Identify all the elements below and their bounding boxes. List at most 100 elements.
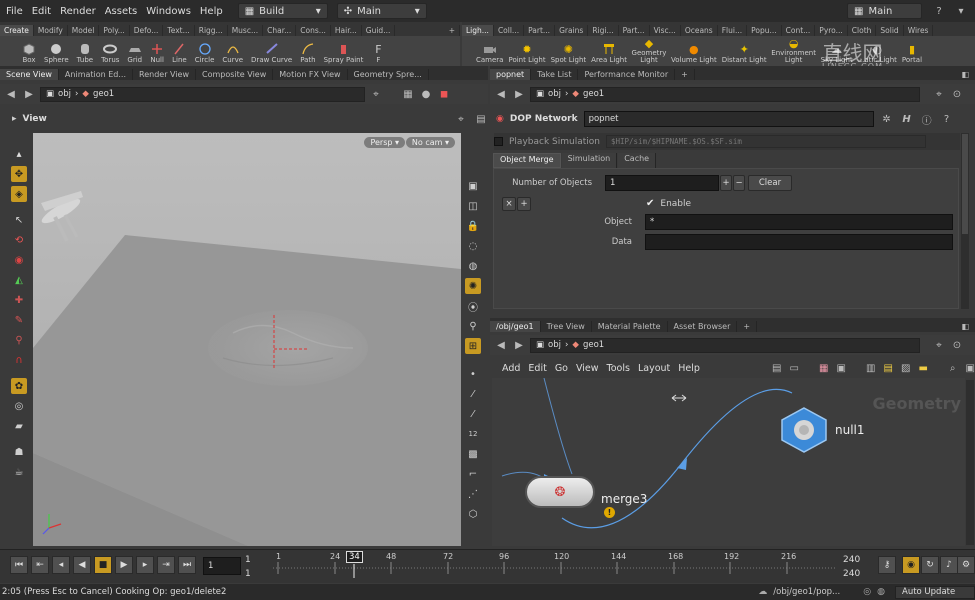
pane-menu-icon[interactable]: ◧ <box>955 69 975 80</box>
pose-icon[interactable]: ✚ <box>11 292 27 308</box>
tool-box[interactable]: Box <box>22 43 36 64</box>
tool-null[interactable]: Null <box>150 43 164 64</box>
tool-font[interactable]: FF <box>371 43 385 65</box>
scale-icon[interactable]: ◉ <box>11 252 27 268</box>
info-icon[interactable]: ⓘ <box>920 112 934 127</box>
move-icon[interactable]: ✥ <box>11 166 27 182</box>
loop-icon[interactable]: ↻ <box>921 556 939 574</box>
tab-tree-view[interactable]: Tree View <box>541 321 592 332</box>
forward-arrow-icon[interactable]: ▶ <box>22 87 36 101</box>
pin-viewer-icon[interactable]: ⌖ <box>454 112 468 126</box>
forward-arrow-icon[interactable]: ▶ <box>512 338 526 352</box>
shelf-tab[interactable]: Defo... <box>130 25 164 36</box>
shelf-tab[interactable]: Char... <box>263 25 297 36</box>
tool-grid[interactable]: Grid <box>127 43 142 64</box>
tab-animation-editor[interactable]: Animation Ed... <box>59 69 134 80</box>
pin-icon[interactable]: ⌖ <box>932 338 946 352</box>
tool-camera[interactable]: Camera <box>476 43 503 64</box>
shelf-tab[interactable]: Poly... <box>99 25 130 36</box>
tool-point-light[interactable]: ✹ Point Light <box>508 43 545 65</box>
end-frame[interactable]: 240 <box>843 555 860 565</box>
tab-geometry-spreadsheet[interactable]: Geometry Spre... <box>348 69 429 80</box>
network-menu-add[interactable]: Add <box>502 363 520 374</box>
stop-icon[interactable]: ■ <box>94 556 112 574</box>
shelf-tab[interactable]: Musc... <box>228 25 264 36</box>
camera-menu[interactable]: No cam ▾ <box>405 137 455 148</box>
tab-network[interactable]: /obj/geo1 <box>490 321 541 332</box>
shelf-tab[interactable]: Visc... <box>650 25 681 36</box>
wire-icon[interactable]: ◌ <box>465 238 481 254</box>
shelf-tab[interactable]: Hair... <box>331 25 362 36</box>
end-frame-2[interactable]: 240 <box>843 569 860 579</box>
window-menu-icon[interactable]: ▾ <box>954 4 968 18</box>
tab-cache[interactable]: Cache <box>618 153 657 168</box>
network-menu-help[interactable]: Help <box>678 363 700 374</box>
settings-icon[interactable]: ▤ <box>474 112 488 126</box>
list-view-icon[interactable]: ▤ <box>772 361 782 375</box>
object-field[interactable]: * <box>645 214 953 230</box>
current-frame-field[interactable]: 1 <box>203 557 241 575</box>
question-icon[interactable]: ? <box>940 112 954 126</box>
num-objects-field[interactable]: 1 <box>605 175 719 191</box>
back-arrow-icon[interactable]: ◀ <box>4 87 18 101</box>
tab-motion-fx-view[interactable]: Motion FX View <box>273 69 348 80</box>
paint-icon[interactable]: ⚲ <box>11 332 27 348</box>
back-arrow-icon[interactable]: ◀ <box>494 87 508 101</box>
select-icon[interactable]: ▴ <box>11 146 27 162</box>
current-frame-marker[interactable]: 34 <box>346 551 363 563</box>
tool-torus[interactable]: Torus <box>101 43 119 64</box>
magnify-icon[interactable]: ⌕ <box>948 361 958 375</box>
magnet-icon[interactable]: ∩ <box>11 352 27 368</box>
menu-help[interactable]: Help <box>200 6 223 17</box>
shelf-tab[interactable]: Cont... <box>782 25 816 36</box>
view-tool-icon[interactable]: ◎ <box>11 398 27 414</box>
help-icon[interactable]: ? <box>932 4 946 18</box>
draw-icon[interactable]: ⁄ <box>465 386 481 402</box>
data-field[interactable] <box>645 234 953 250</box>
shelf-tab[interactable]: Rigg... <box>195 25 228 36</box>
sticky-note-icon[interactable]: ▤ <box>883 361 893 375</box>
pointer-icon[interactable]: ↖ <box>11 212 27 228</box>
add-tab-icon[interactable]: + <box>737 321 758 332</box>
tool-curve[interactable]: Curve <box>222 43 243 64</box>
flipbook-icon[interactable]: ▰ <box>11 418 27 434</box>
shade-icon[interactable]: ◍ <box>465 258 481 274</box>
time-slider[interactable]: 1 24 34 48 72 96 120 144 168 192 216 <box>273 551 835 578</box>
breadcrumb[interactable]: ▣ obj › ◆ geo1 <box>530 337 920 353</box>
tool-path[interactable]: Path <box>300 43 316 64</box>
folder-icon[interactable]: ▬ <box>918 361 928 375</box>
pin-icon[interactable]: ⌖ <box>369 87 383 101</box>
shelf-tab[interactable]: Flui... <box>718 25 748 36</box>
color-palette-icon[interactable]: ▦ <box>819 361 829 375</box>
realtime-icon[interactable]: ◉ <box>902 556 920 574</box>
render-region-icon[interactable]: ☗ <box>11 444 27 460</box>
auto-update-dropdown[interactable]: Auto Update <box>895 585 975 599</box>
shelf-tab[interactable]: Part... <box>619 25 650 36</box>
breadcrumb[interactable]: ▣ obj › ◆ geo1 <box>40 86 365 102</box>
shelf-tab[interactable]: Cons... <box>296 25 331 36</box>
rotate-icon[interactable]: ⟲ <box>11 232 27 248</box>
link-icon[interactable]: ⊙ <box>950 338 964 352</box>
node-name-field[interactable]: popnet <box>583 111 874 127</box>
pin-icon[interactable]: ⌖ <box>932 87 946 101</box>
image-icon[interactable]: ▨ <box>901 361 911 375</box>
timeline-settings-icon[interactable]: ⚙ <box>957 556 975 574</box>
context-right-dropdown[interactable]: ▦ Main <box>847 3 922 19</box>
network-menu-layout[interactable]: Layout <box>638 363 670 374</box>
tool-draw-curve[interactable]: Draw Curve <box>251 43 292 64</box>
color-icon[interactable]: ◼ <box>437 87 451 101</box>
context-dropdown[interactable]: ✣ Main ▾ <box>336 3 427 19</box>
menu-windows[interactable]: Windows <box>146 6 191 17</box>
add-shelf-icon[interactable]: + <box>445 25 460 36</box>
tab-scene-view[interactable]: Scene View <box>0 69 59 80</box>
network-menu-go[interactable]: Go <box>555 363 568 374</box>
tool-environment-light[interactable]: ◒ Environment Light <box>771 37 816 64</box>
eyedrop-icon[interactable]: ⁄ <box>465 406 481 422</box>
enable-checkbox[interactable]: ✔ Enable <box>646 198 691 209</box>
step-forward-icon[interactable]: ▸ <box>136 556 154 574</box>
jump-end-icon[interactable]: ⏭ <box>178 556 196 574</box>
shelf-tab[interactable]: Part... <box>524 25 556 36</box>
menu-file[interactable]: File <box>6 6 23 17</box>
light-icon[interactable]: ✺ <box>465 278 481 294</box>
shelf-tab[interactable]: Oceans <box>681 25 718 36</box>
